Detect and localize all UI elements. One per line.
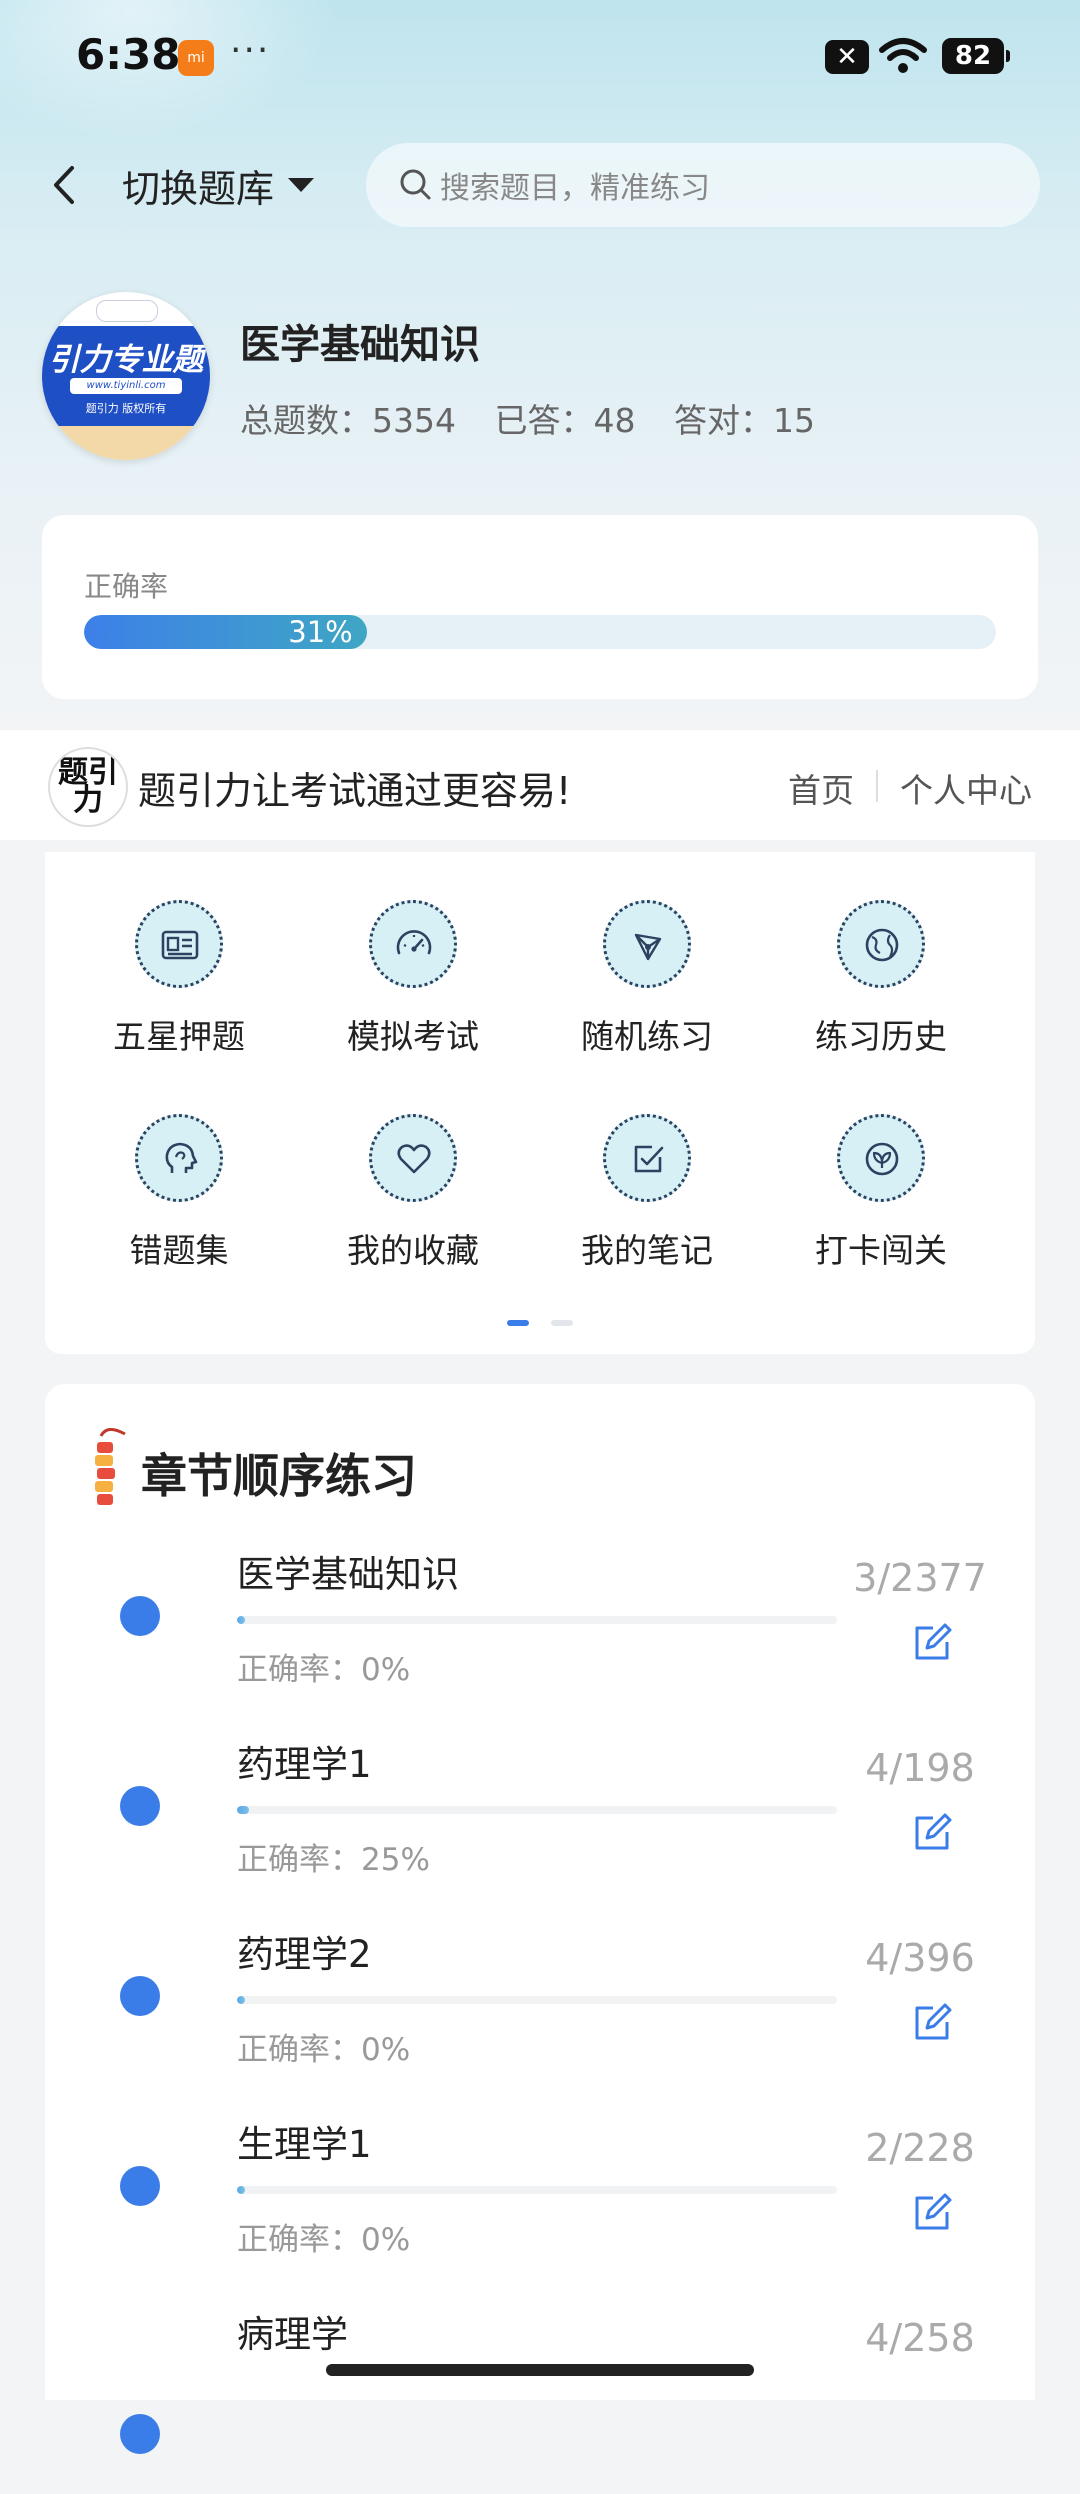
switch-bank-button[interactable]: 切换题库 xyxy=(122,158,274,213)
grid-item-wrong-questions[interactable]: 错题集 xyxy=(59,1114,299,1272)
wifi-icon xyxy=(879,38,927,73)
chapter-count: 3/2377 xyxy=(853,1556,987,1600)
chapter-section-title: 章节顺序练习 xyxy=(141,1449,417,1503)
chapter-row[interactable]: 药理学1 正确率：25% 4/198 xyxy=(45,1734,1035,1924)
logo-copyright: 题引力 版权所有 xyxy=(85,402,167,415)
chapter-accuracy: 正确率：0% xyxy=(237,2032,411,2068)
grid-item-check-in[interactable]: 打卡闯关 xyxy=(761,1114,1001,1272)
divider xyxy=(876,770,878,802)
chapter-progress-bar xyxy=(237,2186,837,2194)
status-bar: 6:38 mi ··· ✕ 82 xyxy=(0,0,1080,118)
chapter-count: 4/198 xyxy=(865,1746,975,1790)
page-indicator-active xyxy=(507,1320,529,1326)
edit-icon[interactable] xyxy=(909,2190,955,2236)
logo-text: 引力专业题 xyxy=(48,342,204,378)
feature-grid: 五星押题 模拟考试 随机练习 练习历史 错题集 我的收藏 我的笔记 打卡闯关 xyxy=(45,852,1035,1354)
search-input[interactable]: 搜索题目，精准练习 xyxy=(366,143,1040,227)
chapter-dot-icon xyxy=(120,2166,160,2206)
accuracy-label: 正确率 xyxy=(84,570,169,603)
search-placeholder: 搜索题目，精准练习 xyxy=(440,171,710,206)
chapter-dot-icon xyxy=(120,1976,160,2016)
accuracy-progress-bar: 31% xyxy=(84,615,996,649)
chapter-name: 病理学 xyxy=(237,2313,348,2356)
id-card-icon xyxy=(161,930,199,960)
chapter-dot-icon xyxy=(120,1786,160,1826)
accuracy-card: 正确率 31% xyxy=(42,515,1038,699)
battery-icon: 82 xyxy=(942,38,1010,74)
edit-icon[interactable] xyxy=(909,1810,955,1856)
chapter-accuracy: 正确率：25% xyxy=(237,1842,430,1878)
personal-center-link[interactable]: 个人中心 xyxy=(900,764,1032,812)
chapter-row[interactable]: 药理学2 正确率：0% 4/396 xyxy=(45,1924,1035,2114)
no-sim-icon: ✕ xyxy=(825,40,869,74)
grid-item-favorites[interactable]: 我的收藏 xyxy=(293,1114,533,1272)
chapter-accuracy: 正确率：0% xyxy=(237,1652,411,1688)
globe-icon xyxy=(865,928,899,962)
chapter-practice-section: 章节顺序练习 医学基础知识 正确率：0% 3/2377 药理学1 正确率：25%… xyxy=(45,1384,1035,2454)
grid-item-mock-exam[interactable]: 模拟考试 xyxy=(293,900,533,1058)
speedometer-icon xyxy=(396,930,432,955)
chapter-dot-icon xyxy=(120,1596,160,1636)
promo-slogan: 题引力让考试通过更容易! xyxy=(138,769,572,813)
chapter-dot-icon xyxy=(120,2414,160,2454)
more-notifications-icon: ··· xyxy=(230,30,271,71)
chapter-name: 生理学1 xyxy=(237,2123,372,2166)
answered-count: 已答：48 xyxy=(494,401,636,440)
grid-item-five-star[interactable]: 五星押题 xyxy=(59,900,299,1058)
home-link[interactable]: 首页 xyxy=(788,764,854,812)
subject-name: 医学基础知识 xyxy=(240,322,480,368)
back-arrow-icon[interactable] xyxy=(40,150,90,220)
grid-item-random-practice[interactable]: 随机练习 xyxy=(527,900,767,1058)
chapter-progress-bar xyxy=(237,1616,837,1624)
search-icon xyxy=(400,169,431,200)
logo-url: www.tiyinli.com xyxy=(70,378,182,394)
network-icon xyxy=(634,933,662,961)
chapter-count: 2/228 xyxy=(865,2126,975,2170)
chapter-progress-bar xyxy=(237,1806,837,1814)
correct-count: 答对：15 xyxy=(673,401,815,440)
head-icon xyxy=(165,1142,198,1173)
promo-banner: 题引力 题引力让考试通过更容易! 首页 个人中心 xyxy=(0,730,1080,840)
grid-item-history[interactable]: 练习历史 xyxy=(761,900,1001,1058)
chapter-row[interactable]: 生理学1 正确率：0% 2/228 xyxy=(45,2114,1035,2304)
note-check-icon xyxy=(634,1145,664,1173)
subject-stats: 总题数：5354 已答：48 答对：15 xyxy=(240,394,843,442)
page-indicator-inactive[interactable] xyxy=(551,1320,573,1326)
accuracy-value: 31% xyxy=(288,615,353,649)
chapter-progress-bar xyxy=(237,1996,837,2004)
accuracy-progress-fill: 31% xyxy=(84,615,367,649)
brand-logo-icon: 题引力 xyxy=(48,747,128,827)
leaf-icon xyxy=(865,1142,899,1176)
app-notification-icon: mi xyxy=(178,40,214,76)
chapter-row[interactable]: 病理学 4/258 xyxy=(45,2304,1035,2494)
heart-icon xyxy=(397,1144,431,1174)
total-count: 总题数：5354 xyxy=(240,401,456,440)
home-indicator[interactable] xyxy=(326,2364,754,2376)
firecracker-icon xyxy=(95,1428,126,1505)
chapter-count: 4/258 xyxy=(865,2316,975,2360)
edit-icon[interactable] xyxy=(909,2000,955,2046)
subject-logo: 引力专业题 www.tiyinli.com 题引力 版权所有 xyxy=(42,292,210,460)
chapter-name: 医学基础知识 xyxy=(237,1553,459,1596)
chapter-accuracy: 正确率：0% xyxy=(237,2222,411,2258)
chapter-row[interactable]: 医学基础知识 正确率：0% 3/2377 xyxy=(45,1544,1035,1734)
status-time: 6:38 xyxy=(76,30,181,79)
chapter-name: 药理学1 xyxy=(237,1743,372,1786)
caret-down-icon[interactable] xyxy=(288,178,314,192)
chapter-count: 4/396 xyxy=(865,1936,975,1980)
chapter-name: 药理学2 xyxy=(237,1933,372,1976)
edit-icon[interactable] xyxy=(909,1620,955,1666)
grid-item-notes[interactable]: 我的笔记 xyxy=(527,1114,767,1272)
